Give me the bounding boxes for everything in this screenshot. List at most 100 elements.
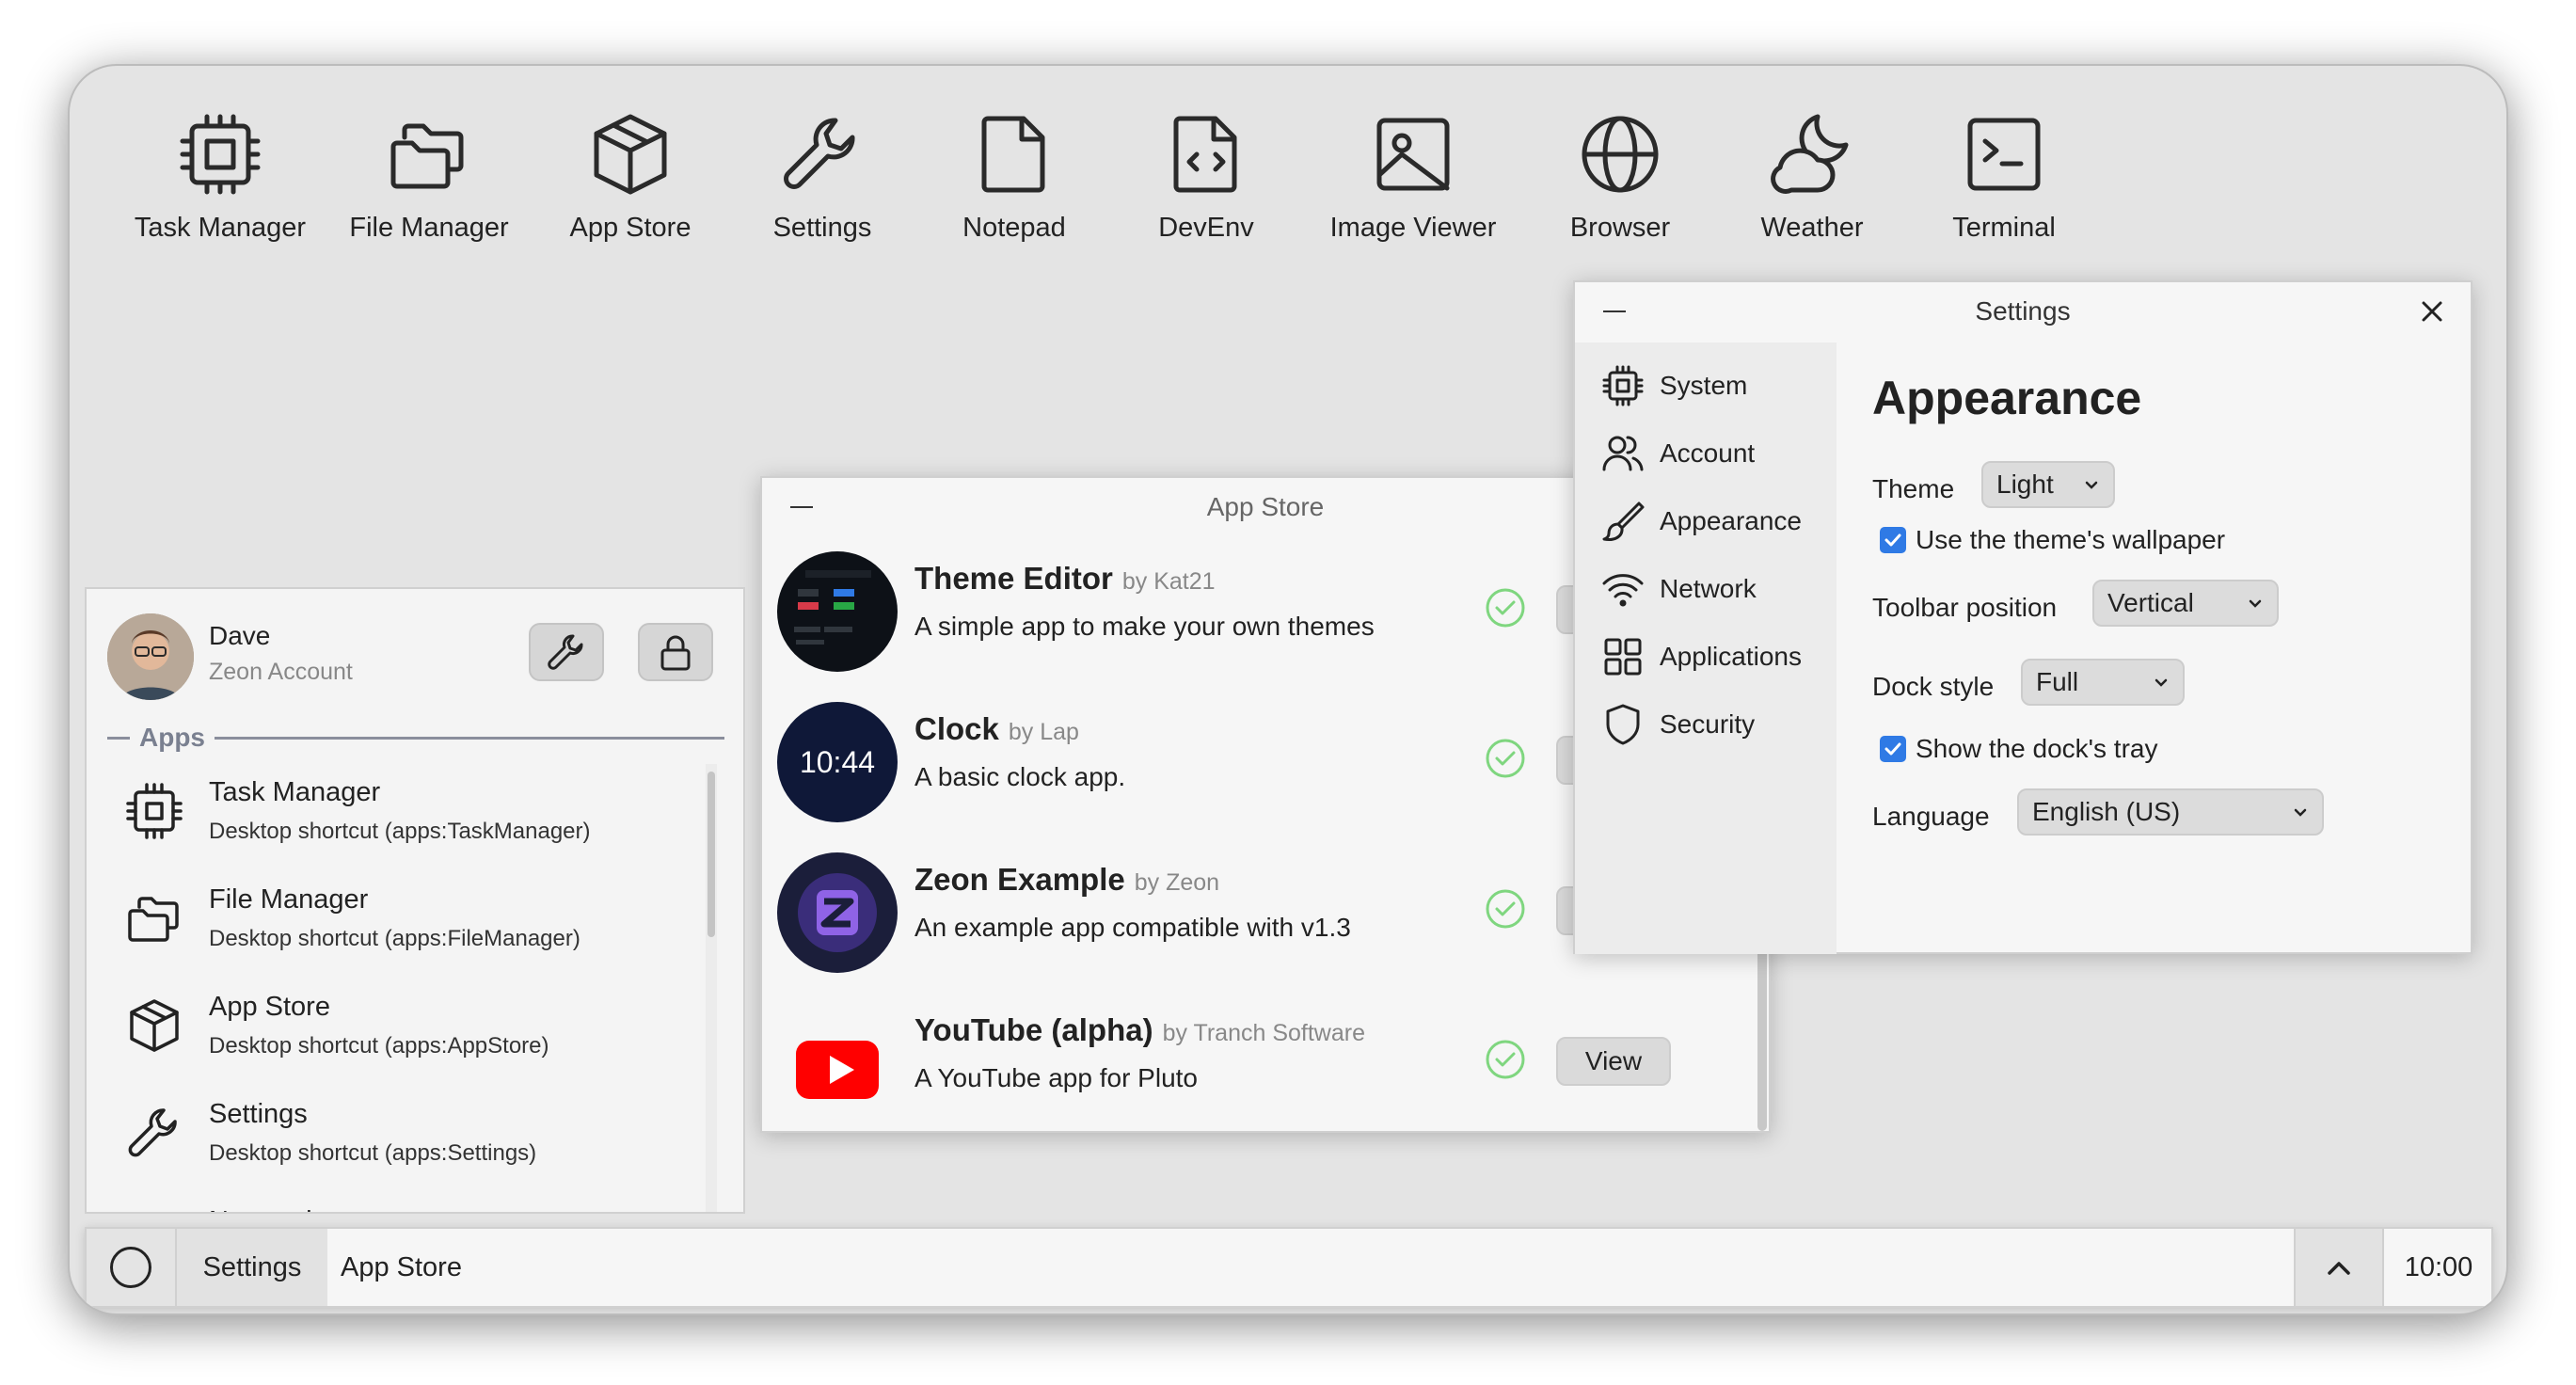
theme-label: Theme [1872, 474, 1955, 503]
desktop-icon-devenv[interactable]: DevEnv [1103, 109, 1310, 244]
cloud-moon-icon [1771, 114, 1849, 194]
theme-editor-logo [777, 551, 898, 672]
taskbar-item-app-store[interactable]: App Store [341, 1229, 462, 1306]
taskbar-clock[interactable]: 10:00 [2382, 1229, 2493, 1306]
minimize-icon[interactable] [790, 506, 813, 508]
dock-tray-checkbox[interactable] [1880, 736, 1906, 762]
settings-nav-security[interactable]: Security [1601, 700, 1755, 749]
settings-nav-applications[interactable]: Applications [1601, 632, 1802, 681]
language-value: English (US) [2032, 797, 2181, 826]
cpu-icon [126, 783, 183, 839]
launcher-app-task-manager[interactable]: Task Manager Desktop shortcut (apps:Task… [124, 766, 689, 864]
minimize-icon[interactable] [1603, 310, 1626, 312]
settings-title: Settings [1975, 296, 2071, 326]
settings-nav-appearance[interactable]: Appearance [1601, 497, 1802, 546]
launcher-app-settings[interactable]: Settings Desktop shortcut (apps:Settings… [124, 1088, 689, 1186]
app-store-scrollbar[interactable] [1757, 943, 1767, 1131]
tray-toggle-button[interactable] [2294, 1229, 2382, 1306]
settings-nav-label: Applications [1660, 642, 1802, 671]
check-circle-icon [1486, 889, 1525, 929]
desktop-icon-task-manager[interactable]: Task Manager [117, 109, 324, 244]
desktop-icon-label: Weather [1760, 213, 1864, 243]
settings-nav-label: Account [1660, 438, 1756, 468]
language-label: Language [1872, 802, 1990, 831]
youtube-logo [777, 1003, 898, 1123]
settings-button[interactable] [529, 623, 604, 681]
desktop-icon-label: Task Manager [134, 213, 307, 243]
desktop-icon-weather[interactable]: Weather [1709, 109, 1916, 244]
settings-nav-account[interactable]: Account [1601, 429, 1755, 478]
close-icon[interactable] [2418, 297, 2446, 326]
apps-header-label: Apps [139, 723, 205, 752]
dock-style-label: Dock style [1872, 672, 1995, 701]
store-item-desc: A simple app to make your own themes [914, 612, 1375, 641]
view-button[interactable]: View [1556, 1037, 1671, 1086]
wallpaper-checkbox[interactable] [1880, 527, 1906, 553]
store-item-author: by Tranch Software [1162, 1020, 1365, 1046]
store-item-name: Clock by Lap [914, 711, 1079, 746]
start-menu: Dave Zeon Account Apps Task Manager Desk… [85, 587, 745, 1214]
toolbar-position-select[interactable]: Vertical [2092, 580, 2279, 627]
store-item-desc: An example app compatible with v1.3 [914, 913, 1351, 942]
wrench-icon [784, 118, 855, 189]
chevron-down-icon [2294, 808, 2307, 817]
launcher-app-file-manager[interactable]: File Manager Desktop shortcut (apps:File… [124, 873, 689, 971]
launcher-scrollbar[interactable] [706, 764, 717, 1212]
desktop-icon-app-store[interactable]: App Store [527, 109, 734, 244]
launcher-app-app-store[interactable]: App Store Desktop shortcut (apps:AppStor… [124, 980, 689, 1078]
grid-icon [1604, 638, 1642, 676]
toolbar-position-value: Vertical [2107, 588, 2194, 617]
settings-nav-network[interactable]: Network [1601, 565, 1757, 613]
store-item-name: YouTube (alpha) by Tranch Software [914, 1012, 1365, 1047]
apps-section-header: Apps [107, 721, 724, 755]
dock-style-select[interactable]: Full [2021, 659, 2185, 706]
chevron-down-icon [2155, 678, 2168, 687]
launcher-app-name: Notepad [209, 1206, 312, 1212]
settings-nav-label: Network [1660, 574, 1757, 603]
desktop-icon-notepad[interactable]: Notepad [911, 109, 1118, 244]
desktop-icon-label: File Manager [349, 213, 509, 243]
start-circle-icon [110, 1247, 151, 1288]
desktop-icon-settings[interactable]: Settings [719, 109, 926, 244]
settings-window: Settings System Account Appearance Netwo… [1573, 280, 2473, 954]
desktop-icon-browser[interactable]: Browser [1517, 109, 1724, 244]
zeon-logo [777, 852, 898, 973]
launcher-app-name: Task Manager [209, 777, 381, 807]
user-account: Zeon Account [209, 659, 353, 685]
theme-select[interactable]: Light [1981, 461, 2115, 508]
desktop-icon-label: Notepad [962, 213, 1066, 243]
launcher-app-notepad[interactable]: Notepad [124, 1195, 689, 1212]
store-item-name: Theme Editor by Kat21 [914, 561, 1216, 596]
language-select[interactable]: English (US) [2017, 788, 2324, 836]
settings-nav-system[interactable]: System [1601, 361, 1747, 410]
package-icon [594, 114, 667, 195]
file-icon [981, 116, 1045, 193]
taskbar-item-settings[interactable]: Settings [177, 1229, 327, 1306]
chevron-down-icon [2085, 481, 2098, 489]
lock-icon [660, 635, 691, 671]
start-button[interactable] [87, 1229, 177, 1306]
store-item-name: Zeon Example by Zeon [914, 862, 1220, 897]
settings-sidebar: System Account Appearance Network Applic… [1575, 342, 1837, 954]
desktop-icon-terminal[interactable]: Terminal [1900, 109, 2107, 244]
wallpaper-label: Use the theme's wallpaper [1916, 525, 2226, 554]
desktop-icon-label: App Store [569, 213, 692, 243]
package-icon [130, 999, 179, 1052]
desktop-icon-image-viewer[interactable]: Image Viewer [1310, 109, 1517, 244]
store-item-author: by Zeon [1134, 869, 1220, 896]
globe-icon [1582, 116, 1659, 193]
store-item-desc: A YouTube app for Pluto [914, 1063, 1198, 1092]
settings-titlebar[interactable]: Settings [1575, 282, 2471, 341]
check-circle-icon [1486, 1040, 1525, 1079]
launcher-app-desc: Desktop shortcut (apps:Settings) [209, 1140, 537, 1166]
chevron-up-icon [2328, 1262, 2350, 1275]
desktop-icon-file-manager[interactable]: File Manager [326, 109, 533, 244]
users-icon [1602, 436, 1644, 471]
wrench-icon [548, 634, 583, 670]
desktop-icon-label: Settings [772, 213, 872, 243]
launcher-scroll-thumb[interactable] [708, 772, 715, 937]
desktop-icon-label: Terminal [1952, 213, 2056, 243]
store-item-author: by Lap [1008, 719, 1079, 745]
launcher-app-desc: Desktop shortcut (apps:TaskManager) [209, 819, 591, 844]
lock-button[interactable] [638, 623, 713, 681]
